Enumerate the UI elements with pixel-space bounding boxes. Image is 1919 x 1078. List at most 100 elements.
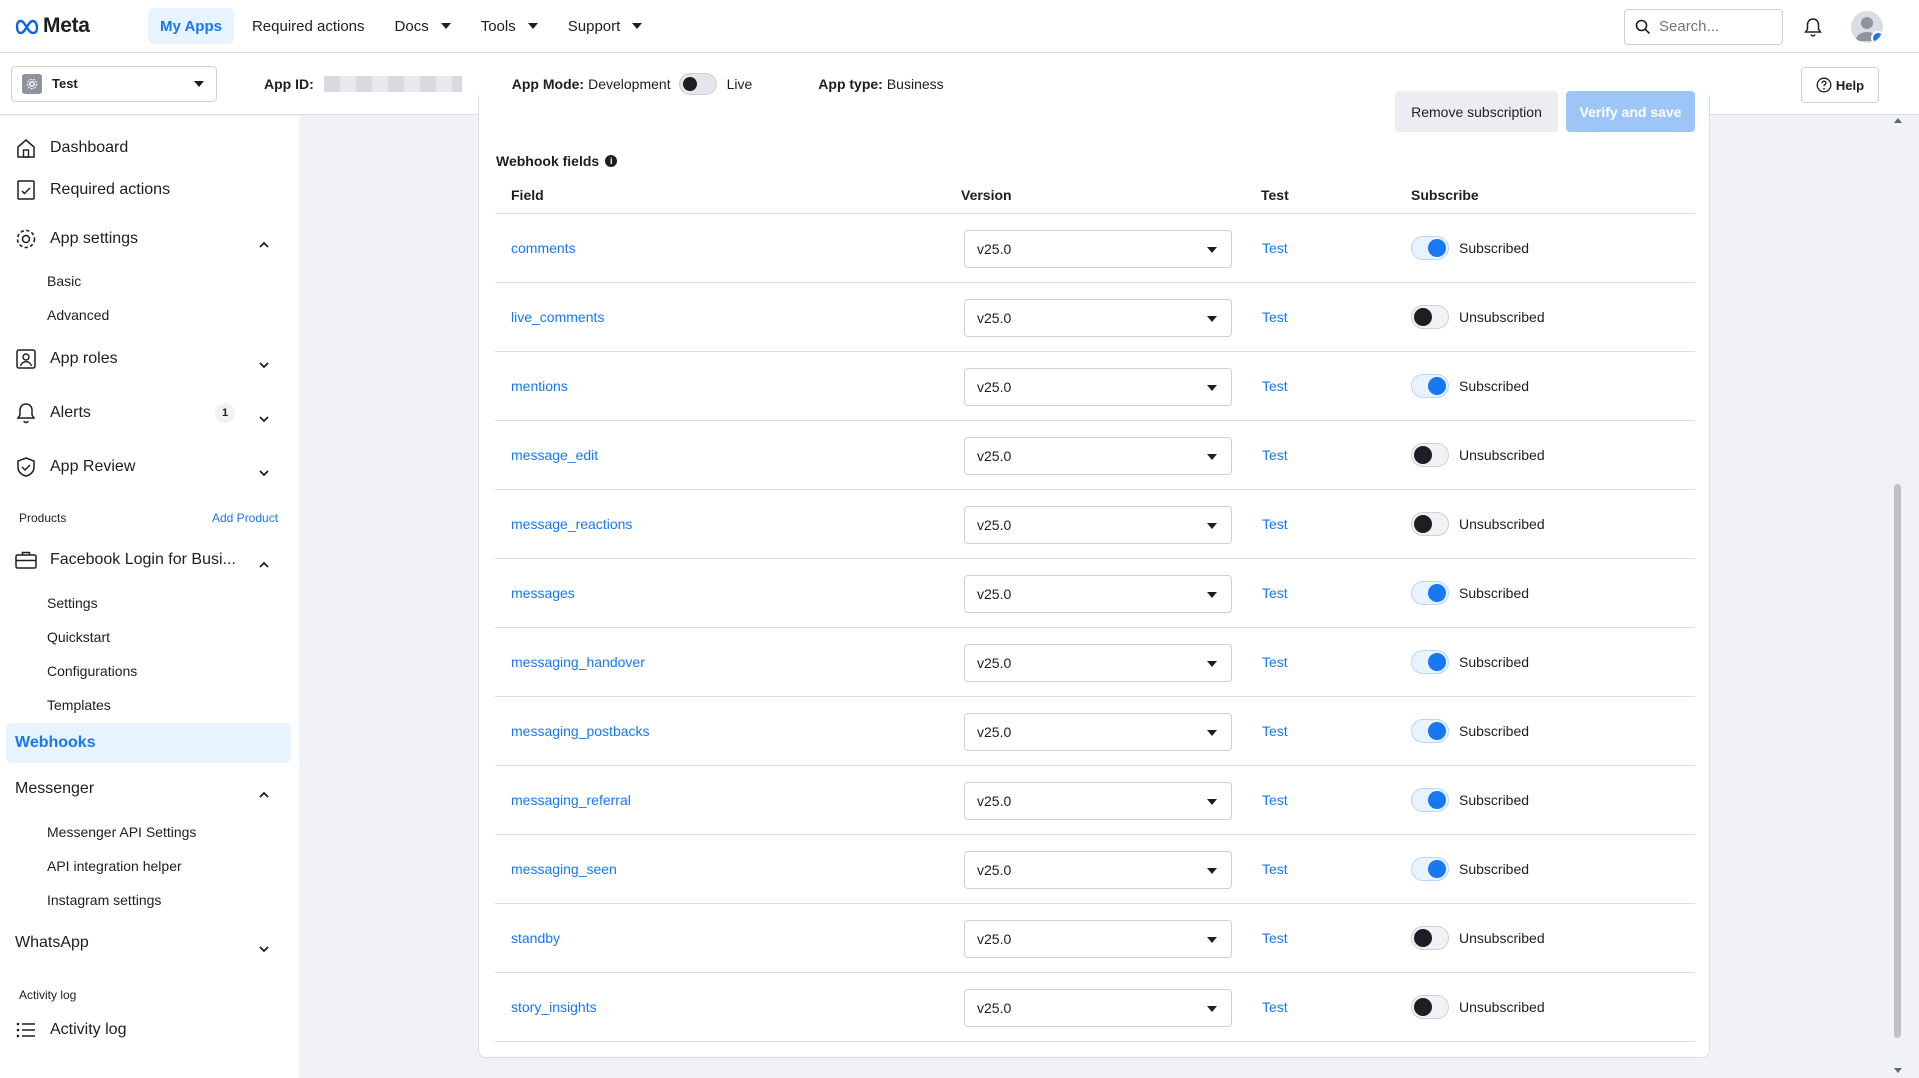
nav-required-actions[interactable]: Required actions [240,8,377,44]
add-product-link[interactable]: Add Product [212,511,278,525]
search-input[interactable] [1659,18,1769,35]
test-link[interactable]: Test [1262,723,1288,739]
scroll-down-arrow-icon[interactable] [1894,1068,1902,1073]
test-link[interactable]: Test [1262,861,1288,877]
field-name-link[interactable]: messaging_referral [511,792,631,808]
sidebar-item-whatsapp[interactable]: WhatsApp [15,934,89,952]
subscribe-toggle[interactable] [1411,788,1449,812]
caret-down-icon [527,23,538,29]
sidebar-item-activity-log[interactable]: Activity log [12,1016,126,1044]
chevron-up-icon[interactable] [259,560,269,570]
app-selector[interactable]: Test [11,65,217,102]
sidebar-item-app-roles[interactable]: App roles [12,345,118,373]
test-link[interactable]: Test [1262,447,1288,463]
sidebar-item-required-actions[interactable]: Required actions [12,176,170,204]
sidebar-item-app-review[interactable]: App Review [12,453,135,481]
test-link[interactable]: Test [1262,378,1288,394]
field-name-link[interactable]: standby [511,930,560,946]
info-icon[interactable]: i [605,155,618,167]
subscribe-toggle[interactable] [1411,236,1449,260]
chevron-down-icon[interactable] [259,360,269,370]
version-select[interactable]: v25.0 [964,644,1232,682]
version-select[interactable]: v25.0 [964,713,1232,751]
subscribe-toggle[interactable] [1411,305,1449,329]
sidebar-item-alerts[interactable]: Alerts [12,399,91,427]
subscribe-toggle[interactable] [1411,443,1449,467]
subscribe-toggle[interactable] [1411,857,1449,881]
avatar[interactable] [1851,10,1883,43]
test-link[interactable]: Test [1262,999,1288,1015]
field-name-link[interactable]: messaging_handover [511,654,645,670]
nav-tools[interactable]: Tools [469,8,550,44]
toggle-knob [1428,584,1446,602]
subscribe-toggle[interactable] [1411,374,1449,398]
meta-logo[interactable]: Meta [14,11,120,41]
sidebar-item-api-integration-helper[interactable]: API integration helper [47,858,182,874]
version-select[interactable]: v25.0 [964,299,1232,337]
version-select[interactable]: v25.0 [964,437,1232,475]
subscribe-toggle[interactable] [1411,512,1449,536]
chevron-up-icon[interactable] [259,790,269,800]
subscribe-toggle[interactable] [1411,650,1449,674]
search-box[interactable] [1624,8,1783,45]
version-select[interactable]: v25.0 [964,989,1232,1027]
sidebar-item-instagram-settings[interactable]: Instagram settings [47,892,161,908]
sidebar-item-advanced[interactable]: Advanced [47,307,109,323]
verify-and-save-button[interactable]: Verify and save [1566,91,1695,132]
help-button[interactable]: Help [1801,67,1879,103]
chevron-down-icon[interactable] [259,414,269,424]
test-link[interactable]: Test [1262,309,1288,325]
sidebar-item-webhooks[interactable]: Webhooks [6,723,291,763]
field-name-link[interactable]: messaging_postbacks [511,723,650,739]
version-select[interactable]: v25.0 [964,506,1232,544]
sidebar-item-facebook-login[interactable]: Facebook Login for Busi... [12,546,236,574]
scrollbar-thumb[interactable] [1894,484,1901,1038]
subscribe-toggle[interactable] [1411,581,1449,605]
field-name-link[interactable]: live_comments [511,309,604,325]
version-select[interactable]: v25.0 [964,575,1232,613]
version-select[interactable]: v25.0 [964,368,1232,406]
chevron-down-icon[interactable] [259,468,269,478]
remove-subscription-button[interactable]: Remove subscription [1395,91,1558,132]
test-link[interactable]: Test [1262,240,1288,256]
test-link[interactable]: Test [1262,585,1288,601]
field-name-link[interactable]: messaging_seen [511,861,617,877]
version-select[interactable]: v25.0 [964,851,1232,889]
page-scrollbar[interactable] [1891,116,1903,1078]
field-name-link[interactable]: message_edit [511,447,598,463]
nav-docs[interactable]: Docs [383,8,463,44]
sidebar-item-messenger[interactable]: Messenger [15,780,94,798]
sidebar-item-settings[interactable]: Settings [47,595,98,611]
version-select[interactable]: v25.0 [964,230,1232,268]
notifications-button[interactable] [1801,15,1825,39]
version-select[interactable]: v25.0 [964,782,1232,820]
version-select[interactable]: v25.0 [964,920,1232,958]
app-type-value: Business [886,75,944,92]
subscribe-toggle[interactable] [1411,719,1449,743]
chevron-up-icon[interactable] [259,240,269,250]
version-value: v25.0 [977,517,1012,533]
subscribe-toggle[interactable] [1411,995,1449,1019]
sidebar-item-messenger-api-settings[interactable]: Messenger API Settings [47,824,196,840]
sidebar-item-app-settings[interactable]: App settings [12,225,138,253]
scroll-up-arrow-icon[interactable] [1894,118,1902,123]
field-name-link[interactable]: mentions [511,378,568,394]
test-link[interactable]: Test [1262,516,1288,532]
field-name-link[interactable]: message_reactions [511,516,632,532]
sidebar-item-dashboard[interactable]: Dashboard [12,134,128,162]
field-name-link[interactable]: story_insights [511,999,597,1015]
app-mode-toggle[interactable] [678,72,717,95]
sidebar-item-quickstart[interactable]: Quickstart [47,629,110,645]
test-link[interactable]: Test [1262,654,1288,670]
subscribe-toggle[interactable] [1411,926,1449,950]
sidebar-item-templates[interactable]: Templates [47,697,111,713]
test-link[interactable]: Test [1262,792,1288,808]
nav-my-apps[interactable]: My Apps [148,8,234,44]
sidebar-item-basic[interactable]: Basic [47,273,81,289]
field-name-link[interactable]: comments [511,240,576,256]
nav-support[interactable]: Support [556,8,655,44]
field-name-link[interactable]: messages [511,585,575,601]
sidebar-item-configurations[interactable]: Configurations [47,663,137,679]
test-link[interactable]: Test [1262,930,1288,946]
chevron-down-icon[interactable] [259,944,269,954]
